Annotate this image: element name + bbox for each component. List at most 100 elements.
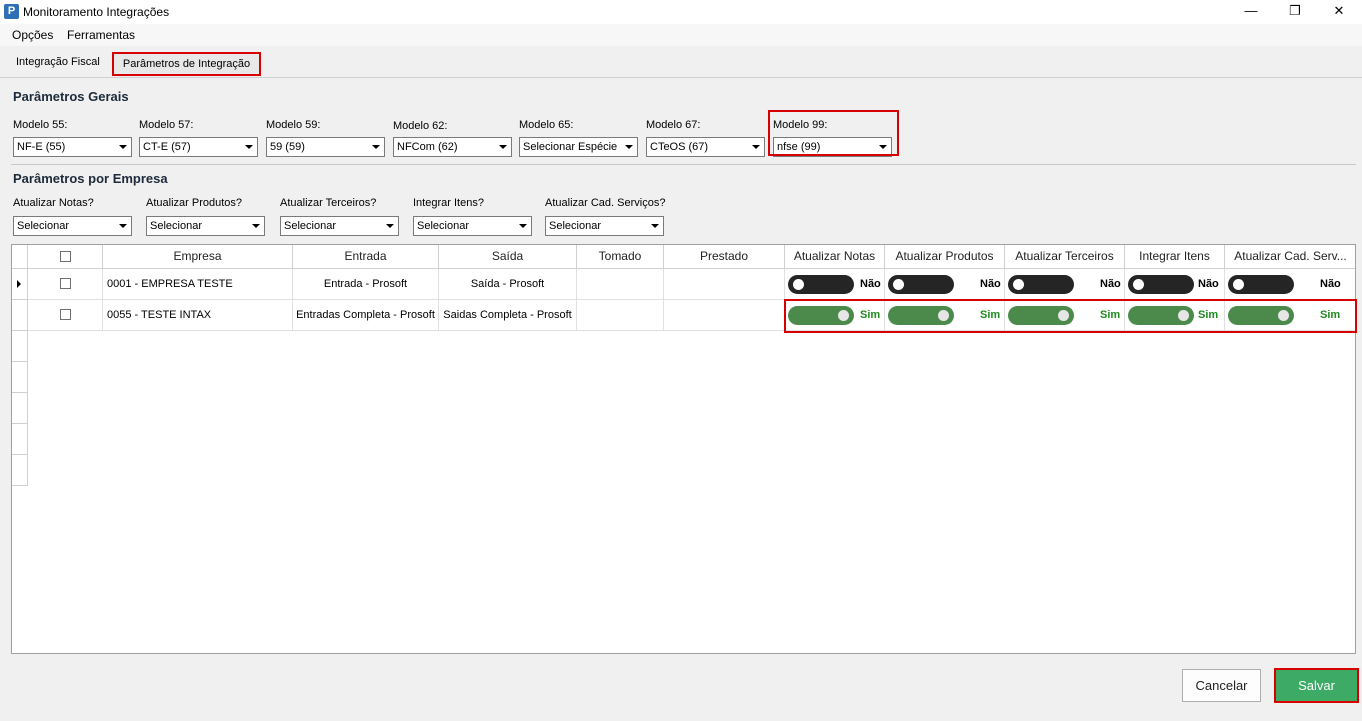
chevron-down-icon — [386, 224, 394, 228]
col-header-prestado[interactable]: Prestado — [664, 245, 785, 269]
row-checkbox[interactable] — [60, 278, 71, 289]
row-header[interactable] — [12, 300, 28, 331]
select-atualizar-produtos-value: Selecionar — [150, 220, 202, 232]
row-header — [12, 393, 28, 424]
window-title: Monitoramento Integrações — [23, 5, 170, 19]
cell-atualizar-cad-servicos: Não — [1225, 269, 1355, 300]
toggle-knob — [1133, 279, 1144, 290]
select-atualizar-notas[interactable]: Selecionar — [13, 216, 132, 236]
label-atualizar-produtos: Atualizar Produtos? — [146, 197, 242, 209]
menu-opcoes[interactable]: Opções — [12, 28, 53, 42]
label-modelo-62: Modelo 62: — [393, 120, 448, 132]
cell-prestado[interactable] — [664, 300, 785, 331]
col-header-entrada[interactable]: Entrada — [293, 245, 439, 269]
tab-integracao-fiscal[interactable]: Integração Fiscal — [10, 56, 106, 68]
maximize-button[interactable]: ❐ — [1272, 0, 1318, 24]
chevron-down-icon — [651, 224, 659, 228]
col-header-tomado[interactable]: Tomado — [577, 245, 664, 269]
cell-saida[interactable]: Saidas Completa - Prosoft — [439, 300, 577, 331]
close-button[interactable]: ✕ — [1316, 0, 1362, 24]
toggle-label: Não — [860, 278, 881, 290]
row-header — [12, 362, 28, 393]
section-divider — [11, 164, 1356, 165]
table-row-select-cell — [28, 300, 103, 331]
cell-integrar-itens: Não — [1125, 269, 1225, 300]
highlight-modelo-99 — [768, 110, 899, 156]
header-select-all — [28, 245, 103, 269]
chevron-down-icon — [625, 145, 633, 149]
toggle-switch[interactable] — [888, 275, 954, 294]
col-header-atualizar-terceiros[interactable]: Atualizar Terceiros — [1005, 245, 1125, 269]
section-title-gerais: Parâmetros Gerais — [13, 89, 129, 104]
current-row-arrow-icon — [17, 280, 21, 288]
row-header — [12, 455, 28, 486]
toggle-knob — [793, 279, 804, 290]
row-header-current[interactable] — [12, 269, 28, 300]
section-title-empresa: Parâmetros por Empresa — [13, 171, 168, 186]
cancel-button[interactable]: Cancelar — [1182, 669, 1261, 702]
label-modelo-65: Modelo 65: — [519, 119, 574, 131]
col-header-atualizar-cad-servicos[interactable]: Atualizar Cad. Serv... — [1225, 245, 1355, 269]
table-row-select-cell — [28, 269, 103, 300]
select-atualizar-notas-value: Selecionar — [17, 220, 69, 232]
select-atualizar-terceiros[interactable]: Selecionar — [280, 216, 399, 236]
cell-tomado[interactable] — [577, 269, 664, 300]
row-header-corner — [12, 245, 28, 269]
cell-entrada[interactable]: Entradas Completa - Prosoft — [293, 300, 439, 331]
toggle-switch[interactable] — [1008, 275, 1074, 294]
toggle-knob — [1233, 279, 1244, 290]
select-modelo-65-value: Selecionar Espécie — [523, 141, 618, 153]
menu-ferramentas[interactable]: Ferramentas — [67, 28, 135, 42]
select-modelo-62-value: NFCom (62) — [397, 141, 458, 153]
cell-empresa[interactable]: 0055 - TESTE INTAX — [103, 300, 293, 331]
chevron-down-icon — [752, 145, 760, 149]
row-checkbox[interactable] — [60, 309, 71, 320]
tab-parametros-integracao[interactable]: Parâmetros de Integração — [112, 52, 261, 76]
title-bar: P Monitoramento Integrações — ❐ ✕ — [0, 0, 1362, 24]
col-header-atualizar-notas[interactable]: Atualizar Notas — [785, 245, 885, 269]
toggle-label: Não — [980, 278, 1001, 290]
toggle-label: Não — [1198, 278, 1219, 290]
chevron-down-icon — [119, 145, 127, 149]
toggle-label: Não — [1100, 278, 1121, 290]
minimize-button[interactable]: — — [1228, 0, 1274, 24]
select-modelo-65[interactable]: Selecionar Espécie — [519, 137, 638, 157]
toggle-switch[interactable] — [788, 275, 854, 294]
cell-saida[interactable]: Saída - Prosoft — [439, 269, 577, 300]
select-modelo-59-value: 59 (59) — [270, 141, 305, 153]
select-modelo-57-value: CT-E (57) — [143, 141, 191, 153]
cell-atualizar-terceiros: Não — [1005, 269, 1125, 300]
select-atualizar-produtos[interactable]: Selecionar — [146, 216, 265, 236]
save-button[interactable]: Salvar — [1278, 672, 1355, 699]
app-logo-icon: P — [4, 4, 19, 19]
col-header-atualizar-produtos[interactable]: Atualizar Produtos — [885, 245, 1005, 269]
toggle-switch[interactable] — [1128, 275, 1194, 294]
label-atualizar-cad-servicos: Atualizar Cad. Serviços? — [545, 197, 666, 209]
cell-atualizar-produtos: Não — [885, 269, 1005, 300]
select-all-checkbox[interactable] — [60, 251, 71, 262]
toggle-label: Não — [1320, 278, 1341, 290]
select-modelo-57[interactable]: CT-E (57) — [139, 137, 258, 157]
chevron-down-icon — [245, 145, 253, 149]
cell-empresa[interactable]: 0001 - EMPRESA TESTE — [103, 269, 293, 300]
row-header — [12, 424, 28, 455]
select-modelo-67[interactable]: CTeOS (67) — [646, 137, 765, 157]
label-modelo-67: Modelo 67: — [646, 119, 701, 131]
label-integrar-itens: Integrar Itens? — [413, 197, 484, 209]
cell-entrada[interactable]: Entrada - Prosoft — [293, 269, 439, 300]
select-modelo-62[interactable]: NFCom (62) — [393, 137, 512, 157]
select-modelo-55[interactable]: NF-E (55) — [13, 137, 132, 157]
select-atualizar-cad-servicos-value: Selecionar — [549, 220, 601, 232]
chevron-down-icon — [519, 224, 527, 228]
select-atualizar-cad-servicos[interactable]: Selecionar — [545, 216, 664, 236]
select-modelo-59[interactable]: 59 (59) — [266, 137, 385, 157]
col-header-saida[interactable]: Saída — [439, 245, 577, 269]
select-integrar-itens[interactable]: Selecionar — [413, 216, 532, 236]
toggle-knob — [1013, 279, 1024, 290]
col-header-integrar-itens[interactable]: Integrar Itens — [1125, 245, 1225, 269]
col-header-empresa[interactable]: Empresa — [103, 245, 293, 269]
cell-tomado[interactable] — [577, 300, 664, 331]
toggle-switch[interactable] — [1228, 275, 1294, 294]
label-atualizar-notas: Atualizar Notas? — [13, 197, 94, 209]
cell-prestado[interactable] — [664, 269, 785, 300]
